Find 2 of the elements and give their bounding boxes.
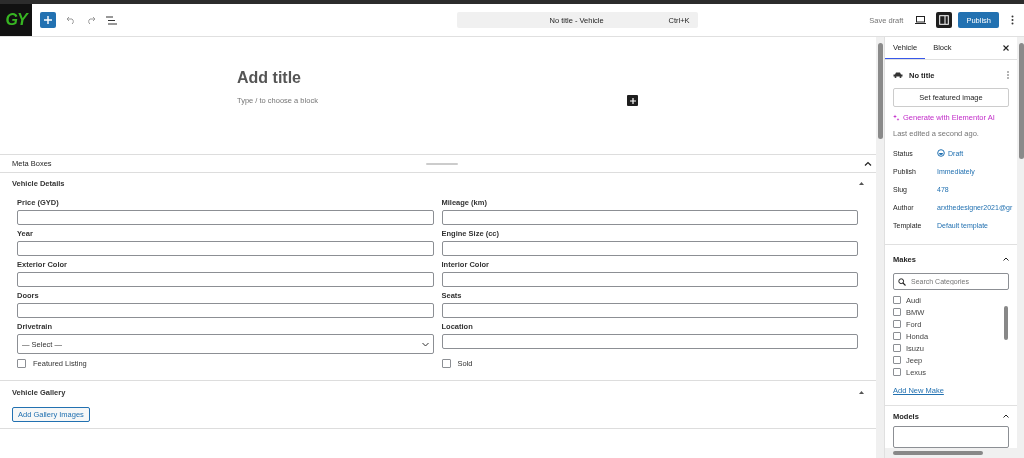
title-placeholder[interactable]: Add title xyxy=(237,69,876,87)
logo[interactable]: GY xyxy=(0,4,32,36)
